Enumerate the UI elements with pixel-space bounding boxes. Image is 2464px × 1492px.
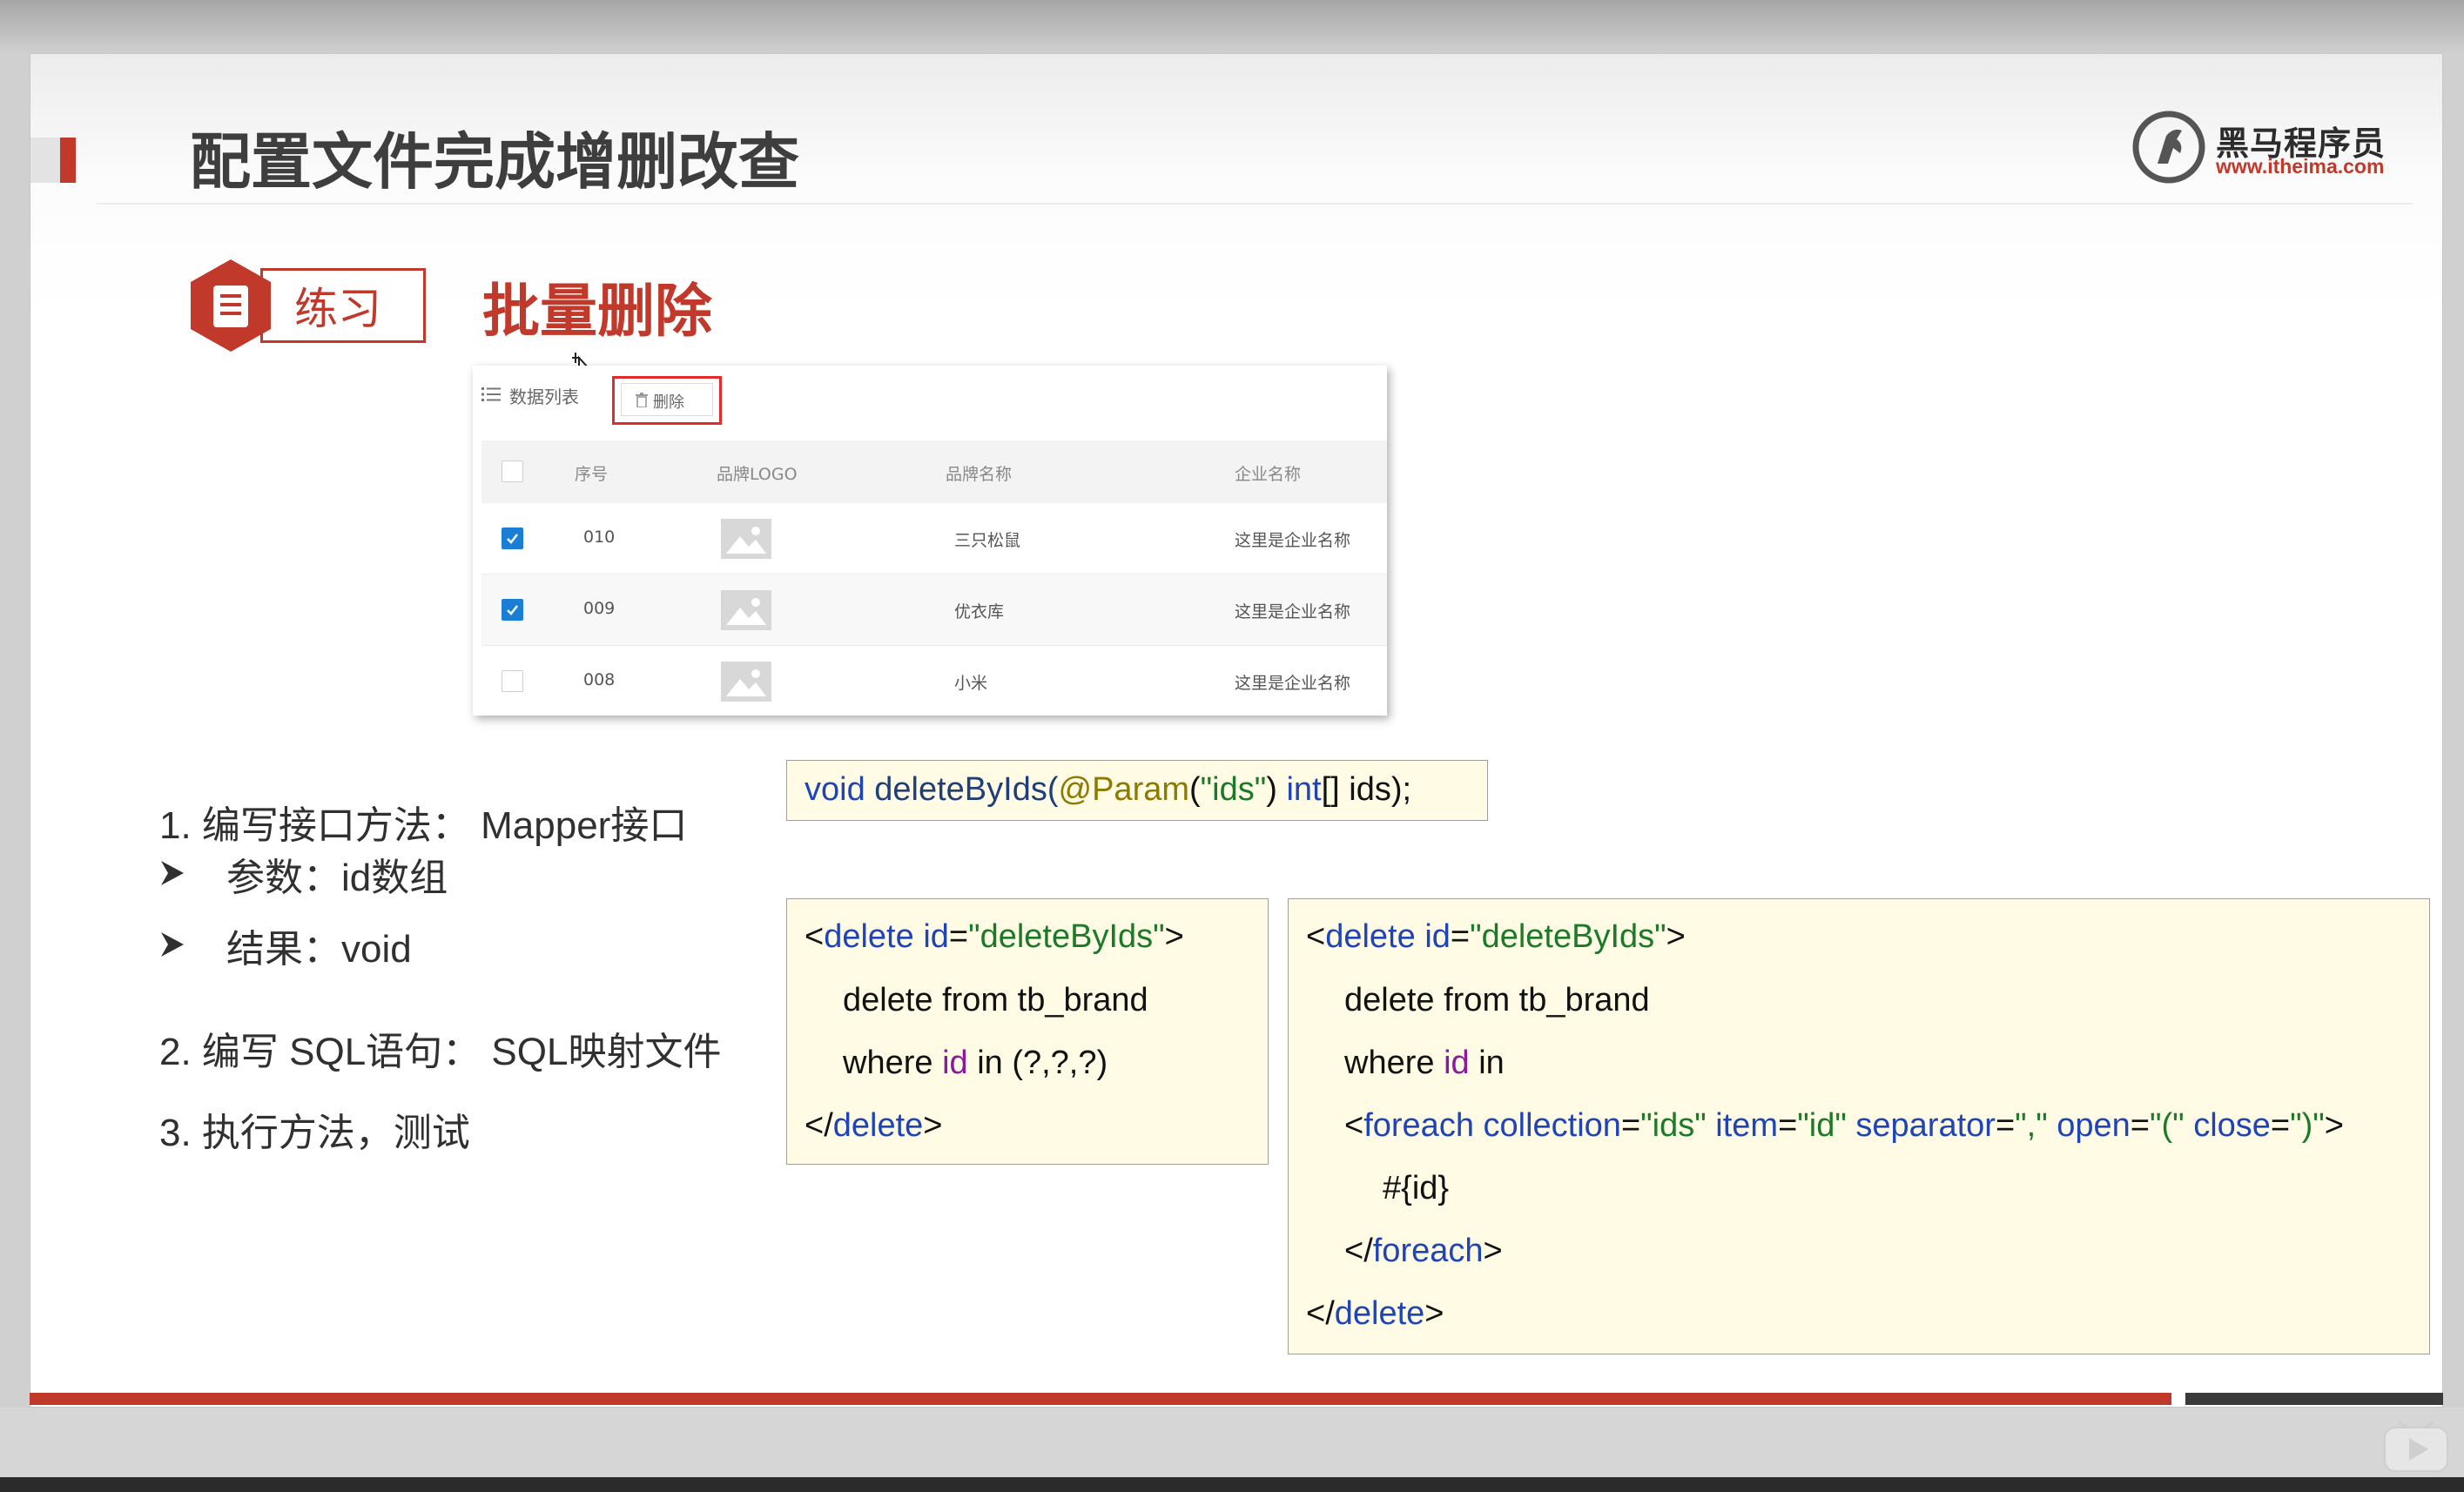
step-2: 2. 编写 SQL语句： SQL映射文件 <box>159 1031 722 1073</box>
footer-dark-bar <box>2185 1393 2443 1405</box>
code-tag: delete <box>832 1107 924 1144</box>
code-ident: id <box>1444 1045 1470 1081</box>
title-divider <box>97 203 2413 205</box>
document-icon <box>191 259 271 352</box>
code-tag: delete <box>824 918 914 955</box>
code-tag: foreach <box>1372 1233 1484 1269</box>
logo-url: www.itheima.com <box>2216 155 2385 178</box>
table-row: 008 小米 这里是企业名称 <box>481 646 1387 717</box>
code-text: delete from tb_brand <box>1344 982 1650 1018</box>
list-icon <box>481 387 501 401</box>
code-text: where <box>843 1045 943 1081</box>
code-placeholder: #{id} <box>1383 1170 1450 1206</box>
row-company-name: 这里是企业名称 <box>1235 602 1351 622</box>
arrow-bullet-icon <box>161 932 184 957</box>
code-string: "deleteByIds" <box>1470 918 1666 955</box>
code-attr: item <box>1715 1107 1779 1144</box>
row-brand-name: 优衣库 <box>954 602 1005 622</box>
image-placeholder-icon <box>721 590 771 630</box>
step-1: 1. 编写接口方法： Mapper接口 <box>159 804 688 847</box>
select-all-checkbox[interactable] <box>502 460 523 482</box>
code-text: in (?,?,?) <box>967 1045 1108 1081</box>
row-company-name: 这里是企业名称 <box>1235 674 1351 693</box>
video-play-watermark-icon <box>2384 1421 2448 1472</box>
code-annotation: @Param <box>1058 771 1190 808</box>
trash-icon <box>636 393 648 407</box>
code-punct: ) <box>1266 771 1287 808</box>
row-checkbox[interactable] <box>502 528 523 549</box>
step-param: 参数：id数组 <box>226 857 448 899</box>
exercise-badge-label: 练习 <box>294 284 381 334</box>
brand-list-panel: 数据列表 删除 序号 品牌LOGO 品牌名称 企业名称 010 三只松鼠 这里是… <box>473 366 1387 716</box>
row-brand-name: 三只松鼠 <box>954 531 1021 550</box>
code-text: where <box>1344 1045 1444 1081</box>
code-keyword: void <box>805 771 865 808</box>
image-placeholder-icon <box>721 519 771 559</box>
row-id: 010 <box>583 528 616 547</box>
column-header-brand-name: 品牌名称 <box>946 465 1013 484</box>
code-tag: delete <box>1334 1295 1425 1332</box>
code-string: "ids" <box>1200 771 1267 808</box>
code-attr: separator <box>1855 1107 1996 1144</box>
image-placeholder-icon <box>721 662 771 702</box>
code-punct: ( <box>1189 771 1201 808</box>
table-header: 序号 品牌LOGO 品牌名称 企业名称 <box>481 440 1387 503</box>
horse-logo-icon <box>2132 111 2205 184</box>
code-string: "ids" <box>1640 1107 1707 1144</box>
delete-button[interactable]: 删除 <box>621 383 713 416</box>
row-id: 008 <box>583 670 616 689</box>
code-string: "(" <box>2150 1107 2185 1144</box>
code-tag: delete <box>1325 918 1416 955</box>
code-ident: id <box>942 1045 968 1081</box>
code-string: "deleteByIds" <box>968 918 1165 955</box>
row-company-name: 这里是企业名称 <box>1235 531 1351 550</box>
sql-foreach-code: <delete id="deleteByIds"> delete from tb… <box>1288 898 2430 1354</box>
column-header-index: 序号 <box>575 465 609 484</box>
delete-button-label: 删除 <box>653 393 684 412</box>
arrow-bullet-icon <box>161 861 184 885</box>
code-text: in <box>1469 1045 1505 1081</box>
code-text: delete from tb_brand <box>843 982 1148 1018</box>
table-row: 009 优衣库 这里是企业名称 <box>481 575 1387 646</box>
stage-background <box>0 1408 2464 1477</box>
slide-title: 配置文件完成增删改查 <box>190 128 799 196</box>
column-header-logo: 品牌LOGO <box>717 465 798 484</box>
window-top-band <box>0 0 2464 53</box>
mapper-signature-code: void deleteByIds(@Param("ids") int[] ids… <box>786 760 1488 821</box>
row-brand-name: 小米 <box>954 674 988 693</box>
code-method: deleteByIds( <box>865 771 1059 808</box>
table-row: 010 三只松鼠 这里是企业名称 <box>481 503 1387 575</box>
step-3: 3. 执行方法，测试 <box>159 1112 470 1154</box>
title-accent-bar <box>60 138 76 183</box>
code-string: ")" <box>2290 1107 2325 1144</box>
code-tag: foreach <box>1363 1107 1474 1144</box>
code-text: [] ids); <box>1321 771 1412 808</box>
code-attr: id <box>1424 918 1451 955</box>
slide: 配置文件完成增删改查 黑马程序员 www.itheima.com 练习 批量删除… <box>30 53 2443 1408</box>
sql-static-code: <delete id="deleteByIds"> delete from tb… <box>786 898 1269 1165</box>
row-checkbox[interactable] <box>502 670 523 692</box>
footer-red-bar <box>30 1393 2171 1405</box>
player-bottom-bar <box>0 1477 2464 1492</box>
code-string: "," <box>2015 1107 2048 1144</box>
step-result: 结果：void <box>226 928 412 971</box>
exercise-title: 批量删除 <box>482 278 712 345</box>
code-attr: collection <box>1483 1107 1621 1144</box>
code-attr: close <box>2193 1107 2271 1144</box>
code-attr: id <box>923 918 949 955</box>
data-list-label: 数据列表 <box>509 386 579 407</box>
column-header-company-name: 企业名称 <box>1235 465 1302 484</box>
code-attr: open <box>2057 1107 2131 1144</box>
code-string: "id" <box>1797 1107 1847 1144</box>
code-keyword: int <box>1286 771 1322 808</box>
title-accent-shadow <box>30 138 60 183</box>
row-id: 009 <box>583 599 616 618</box>
row-checkbox[interactable] <box>502 599 523 621</box>
